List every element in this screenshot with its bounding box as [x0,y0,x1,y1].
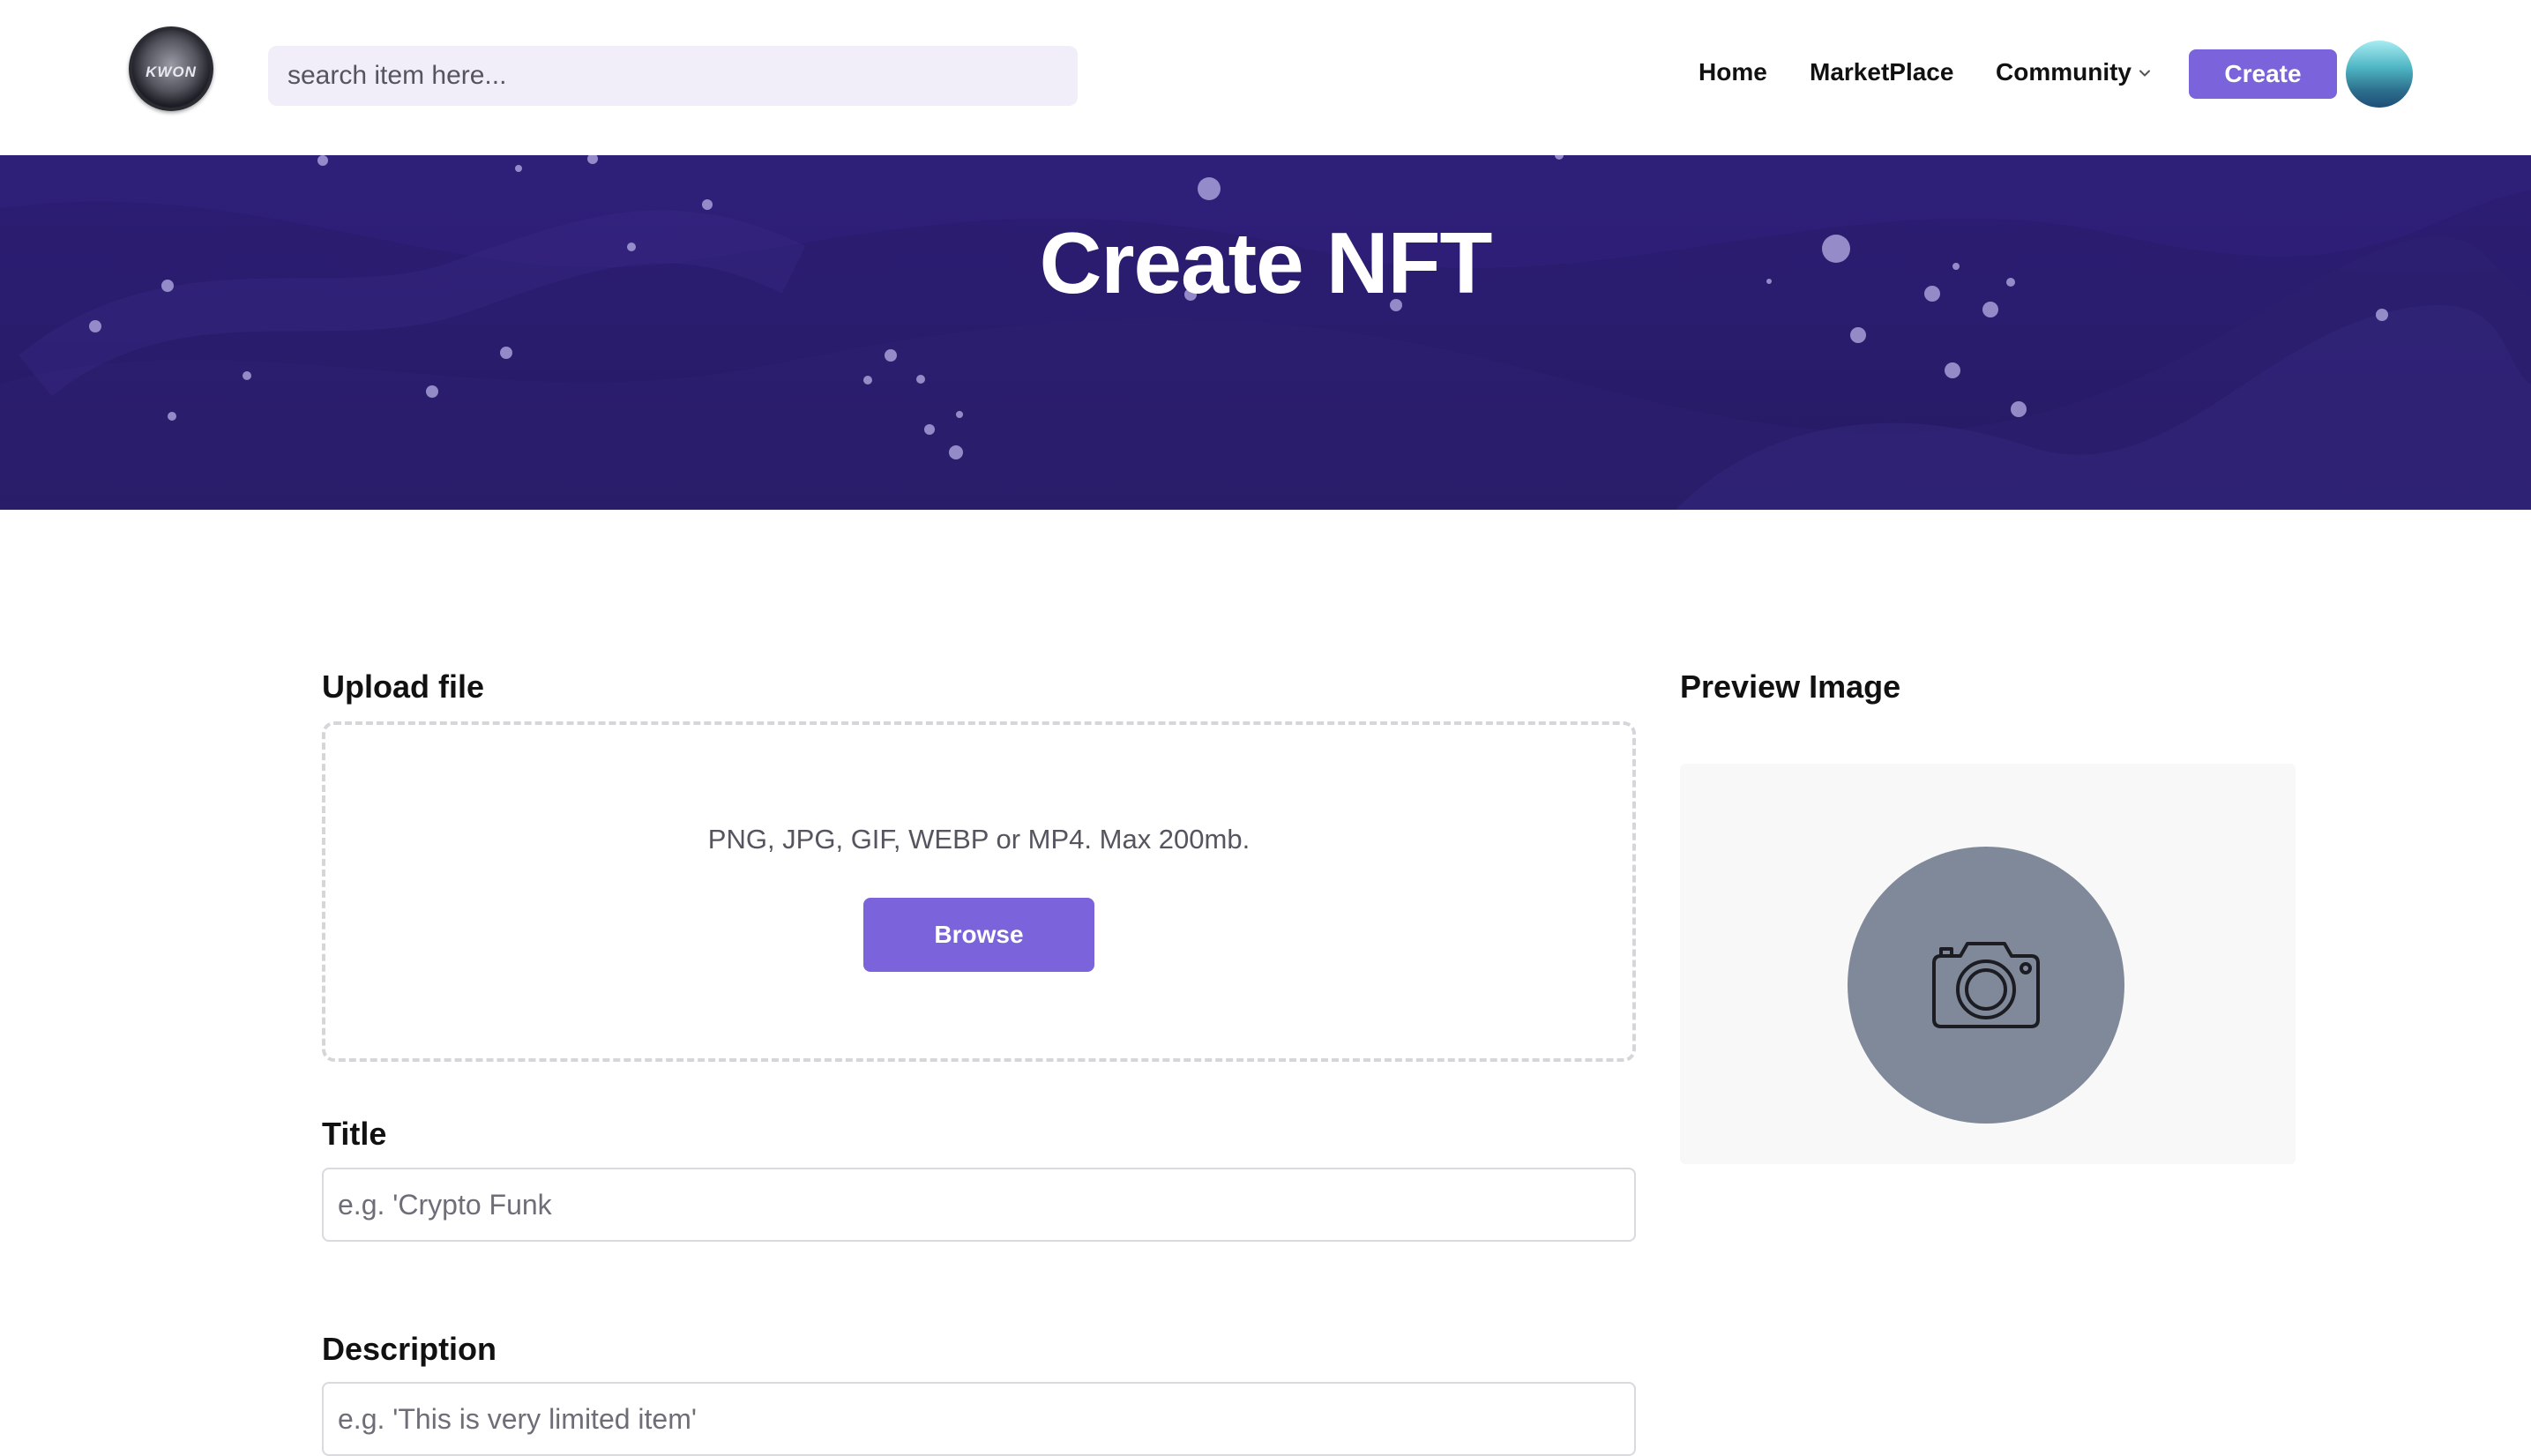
page-title: Create NFT [1039,214,1493,311]
browse-button[interactable]: Browse [863,898,1094,972]
hero-banner: Create NFT [0,155,2531,510]
chevron-down-icon[interactable] [2139,67,2151,79]
create-button[interactable]: Create [2189,49,2337,99]
preview-image-label: Preview Image [1680,668,1901,705]
preview-image-card [1680,764,2296,1164]
nav-community-dropdown[interactable]: Community [1996,58,2132,86]
camera-icon [1932,942,2040,1028]
hero-background-decoration [0,155,2531,510]
upload-dropzone[interactable]: PNG, JPG, GIF, WEBP or MP4. Max 200mb. B… [322,721,1636,1062]
title-input[interactable] [322,1168,1636,1242]
upload-file-label: Upload file [322,668,485,705]
nav-home-link[interactable]: Home [1699,58,1767,86]
title-label: Title [322,1116,387,1152]
nav-marketplace-link[interactable]: MarketPlace [1810,58,1953,86]
upload-hint-text: PNG, JPG, GIF, WEBP or MP4. Max 200mb. [707,824,1251,855]
logo-icon[interactable]: KWON [129,26,213,111]
description-input[interactable] [322,1382,1636,1456]
description-label: Description [322,1331,497,1367]
preview-placeholder [1848,847,2124,1124]
avatar[interactable] [2346,41,2413,108]
search-input[interactable] [268,46,1078,106]
logo-text: KWON [146,63,197,80]
top-navbar: KWON Home MarketPlace Community Create [0,0,2531,155]
